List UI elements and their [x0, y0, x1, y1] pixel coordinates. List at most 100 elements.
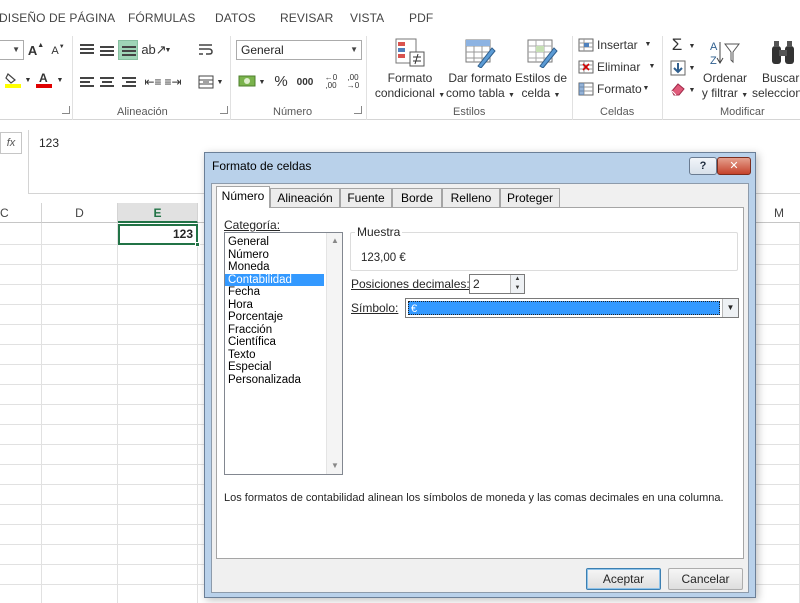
increase-decimal-icon[interactable]: ←0,00: [322, 74, 340, 90]
chevron-down-icon[interactable]: ▼: [688, 64, 696, 72]
wrap-text-icon[interactable]: [198, 42, 214, 58]
category-item-general[interactable]: General: [225, 236, 342, 249]
decrease-decimal-icon[interactable]: ,00 →0: [344, 74, 362, 90]
cancel-button[interactable]: Cancelar: [668, 568, 743, 590]
align-right-icon[interactable]: [122, 77, 136, 89]
format-as-table-label[interactable]: Dar formato como tabla ▼: [446, 71, 515, 103]
scroll-down-icon[interactable]: ▼: [327, 458, 343, 474]
orientation-icon[interactable]: ab↗: [141, 42, 166, 58]
ok-button[interactable]: Aceptar: [586, 568, 661, 590]
clear-icon[interactable]: [670, 82, 686, 96]
insert-function-button[interactable]: fx: [0, 132, 22, 154]
category-item-scientific[interactable]: Científica: [225, 336, 342, 349]
chevron-down-icon[interactable]: ▼: [56, 76, 64, 84]
delete-cells-icon[interactable]: [578, 60, 594, 74]
tab-page-layout[interactable]: DISEÑO DE PÁGINA: [0, 11, 115, 25]
tab-review[interactable]: REVISAR: [280, 11, 333, 25]
symbol-select[interactable]: € ▼: [405, 298, 739, 318]
accounting-format-icon[interactable]: [238, 72, 256, 90]
align-left-icon[interactable]: [80, 77, 94, 89]
fill-down-icon[interactable]: [670, 60, 686, 76]
tab-protect[interactable]: Proteger: [500, 188, 560, 207]
decimal-places-spinner[interactable]: 2 ▲ ▼: [469, 274, 525, 294]
insert-cells-button[interactable]: Insertar: [597, 38, 638, 53]
spin-down-icon[interactable]: ▼: [511, 284, 524, 293]
format-cells-icon[interactable]: [578, 82, 594, 96]
conditional-format-icon[interactable]: [394, 38, 426, 68]
find-select-label[interactable]: Buscar selecciona: [752, 71, 800, 101]
sort-filter-label[interactable]: Ordenar y filtrar ▼: [700, 71, 750, 103]
tab-data[interactable]: DATOS: [215, 11, 256, 25]
category-item-date[interactable]: Fecha: [225, 286, 342, 299]
chevron-down-icon[interactable]: ▼: [648, 62, 656, 70]
percent-style-icon[interactable]: %: [272, 72, 290, 90]
spinner-buttons[interactable]: ▲ ▼: [510, 275, 524, 293]
tab-pdf[interactable]: PDF: [409, 11, 433, 25]
conditional-format-label[interactable]: Formato condicional ▼: [372, 71, 448, 103]
tab-fill[interactable]: Relleno: [442, 188, 500, 207]
font-dialog-launcher-icon[interactable]: [62, 106, 70, 114]
font-color-icon[interactable]: A: [36, 70, 52, 88]
scroll-up-icon[interactable]: ▲: [327, 233, 343, 249]
column-header-e[interactable]: E: [118, 203, 198, 223]
tab-border[interactable]: Borde: [392, 188, 442, 207]
comma-style-icon[interactable]: 000: [292, 74, 318, 90]
category-item-percentage[interactable]: Porcentaje: [225, 311, 342, 324]
delete-cells-button[interactable]: Eliminar: [597, 60, 640, 75]
chevron-down-icon[interactable]: ▼: [722, 299, 738, 317]
category-item-fraction[interactable]: Fracción: [225, 324, 342, 337]
category-list[interactable]: General Número Moneda Contabilidad Fecha…: [224, 232, 343, 475]
tab-formulas[interactable]: FÓRMULAS: [128, 11, 195, 25]
decrease-font-icon[interactable]: A ▼: [50, 44, 66, 58]
autosum-icon[interactable]: Σ: [668, 35, 686, 54]
category-item-time[interactable]: Hora: [225, 299, 342, 312]
cell-styles-icon[interactable]: [526, 38, 558, 69]
help-button[interactable]: ?: [689, 157, 717, 175]
chevron-down-icon[interactable]: ▼: [644, 40, 652, 48]
chevron-down-icon[interactable]: ▼: [24, 76, 32, 84]
format-cells-button[interactable]: Formato: [597, 82, 642, 97]
chevron-down-icon[interactable]: ▼: [642, 84, 650, 92]
align-top-icon[interactable]: [80, 44, 94, 56]
merge-center-icon[interactable]: [198, 74, 214, 90]
category-scrollbar[interactable]: ▲ ▼: [326, 233, 342, 474]
chevron-down-icon[interactable]: ▼: [216, 78, 224, 86]
column-header-c[interactable]: C: [0, 203, 42, 223]
category-item-special[interactable]: Especial: [225, 361, 342, 374]
tab-alignment[interactable]: Alineación: [270, 188, 340, 207]
chevron-down-icon[interactable]: ▼: [164, 46, 172, 54]
close-button[interactable]: ✕: [717, 157, 751, 175]
sort-filter-icon[interactable]: AZ: [708, 38, 740, 68]
align-middle-icon[interactable]: [100, 44, 114, 56]
category-item-accounting[interactable]: Contabilidad: [225, 273, 324, 286]
category-item-custom[interactable]: Personalizada: [225, 374, 342, 387]
number-format-combo[interactable]: General ▼: [236, 40, 362, 60]
tab-view[interactable]: VISTA: [350, 11, 384, 25]
cell-styles-label[interactable]: Estilos de celda ▼: [514, 71, 568, 103]
category-item-number[interactable]: Número: [225, 249, 342, 262]
format-as-table-icon[interactable]: [464, 38, 496, 69]
category-item-currency[interactable]: Moneda: [225, 261, 342, 274]
font-size-combo[interactable]: ▼: [0, 40, 24, 60]
decrease-indent-icon[interactable]: ⇤≡: [144, 74, 162, 90]
chevron-down-icon[interactable]: ▼: [258, 78, 266, 86]
binoculars-icon[interactable]: [768, 38, 800, 68]
insert-cells-icon[interactable]: [578, 38, 594, 52]
align-bottom-button[interactable]: [118, 40, 138, 60]
fill-handle[interactable]: [195, 242, 200, 247]
spin-up-icon[interactable]: ▲: [511, 275, 524, 284]
chevron-down-icon[interactable]: ▼: [688, 86, 696, 94]
chevron-down-icon[interactable]: ▼: [688, 42, 696, 50]
fill-color-icon[interactable]: [4, 72, 22, 88]
tab-number[interactable]: Número: [216, 186, 270, 208]
column-header-d[interactable]: D: [42, 203, 118, 223]
column-header-m[interactable]: M: [758, 203, 800, 223]
alignment-dialog-launcher-icon[interactable]: [220, 106, 228, 114]
active-cell-e[interactable]: 123: [118, 224, 200, 247]
align-center-icon[interactable]: [100, 77, 114, 89]
category-item-text[interactable]: Texto: [225, 349, 342, 362]
increase-font-icon[interactable]: A ▲: [28, 42, 44, 58]
tab-font[interactable]: Fuente: [340, 188, 392, 207]
increase-indent-icon[interactable]: ≡⇥: [164, 74, 182, 90]
number-dialog-launcher-icon[interactable]: [354, 106, 362, 114]
